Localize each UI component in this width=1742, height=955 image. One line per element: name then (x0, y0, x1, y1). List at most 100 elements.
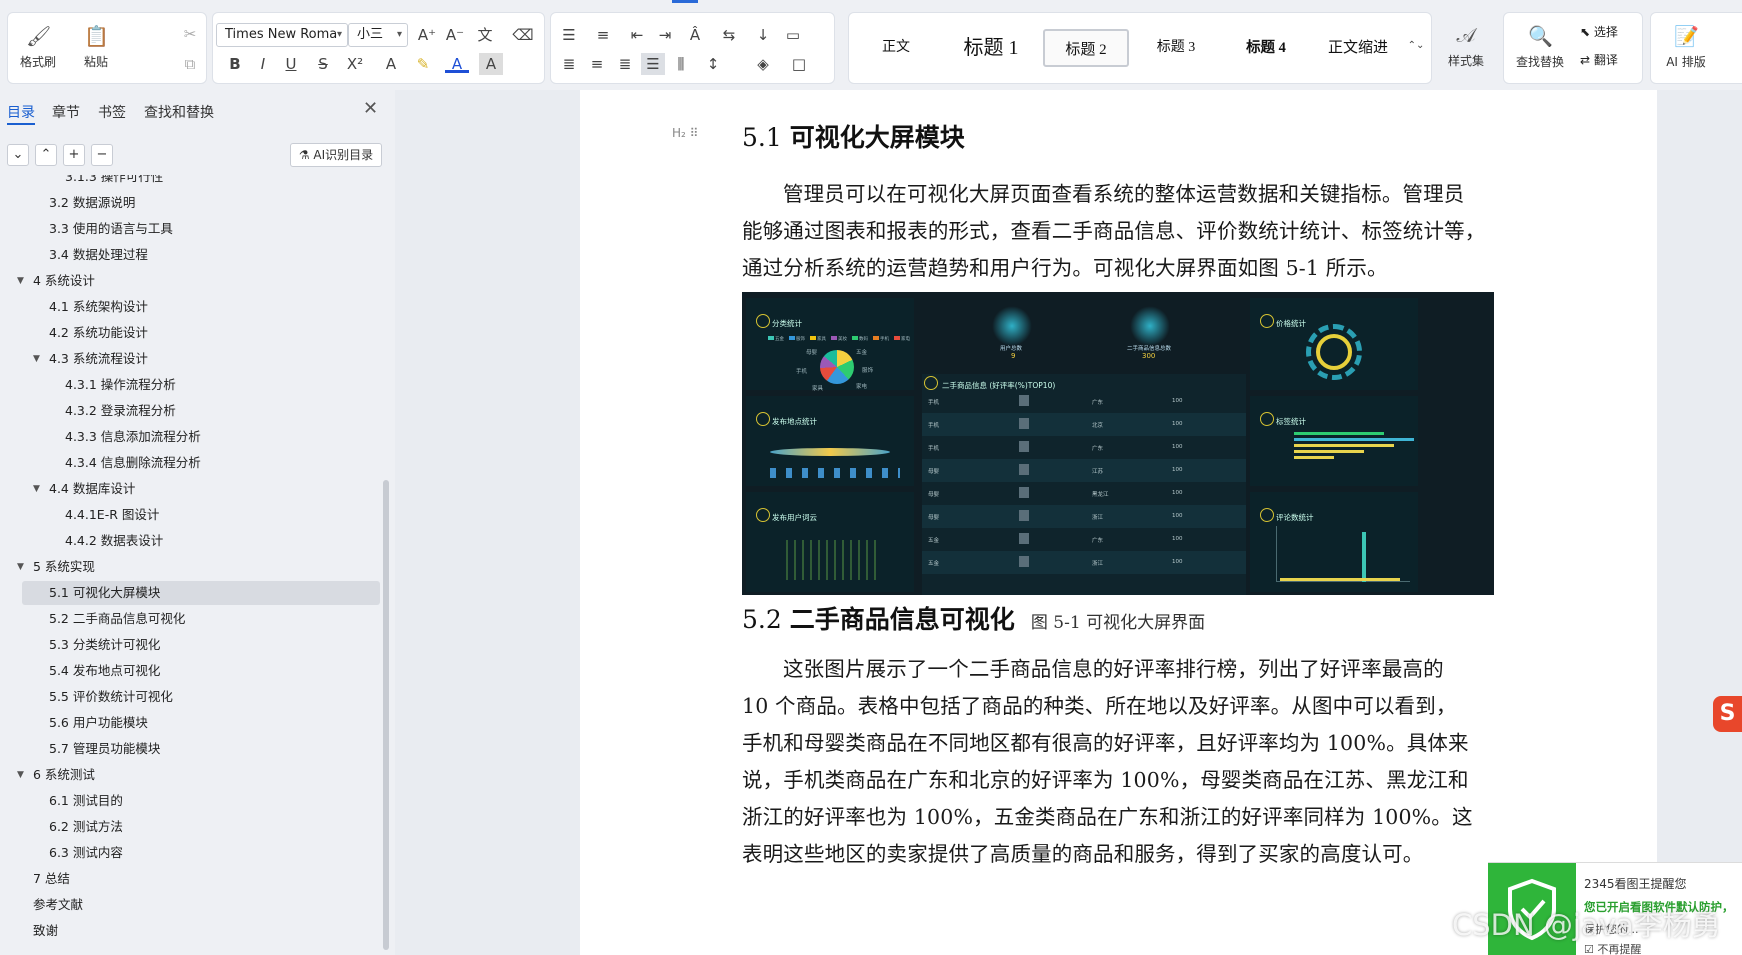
toc-item[interactable]: ▼ 5 系统实现 (17, 555, 95, 579)
toc-item[interactable]: 6.2 测试方法 (49, 815, 123, 839)
find-replace-button[interactable]: 🔍 查找替换 (1508, 21, 1572, 81)
toc-item[interactable]: ▼ 4.3 系统流程设计 (33, 347, 148, 371)
tab-find-replace[interactable]: 查找和替换 (144, 102, 214, 122)
collapse-button[interactable]: ⌄ (7, 144, 29, 166)
toc-item[interactable]: 4.3.4 信息删除流程分析 (65, 451, 201, 475)
bullet-list-icon[interactable]: ☰ (557, 24, 581, 46)
document-page[interactable]: H₂ ⠿ 5.1 可视化大屏模块 管理员可以在可视化大屏页面查看系统的整体运营数… (580, 90, 1657, 955)
border-icon[interactable]: □ (787, 53, 811, 75)
ai-layout-button[interactable]: 📝 AI 排版 (1653, 21, 1719, 81)
expand-triangle-icon[interactable]: ▼ (17, 269, 24, 293)
toc-item[interactable]: 参考文献 (33, 893, 83, 917)
toc-item[interactable]: 4.4.1E-R 图设计 (65, 503, 159, 527)
expand-triangle-icon[interactable]: ▼ (33, 347, 40, 371)
decrease-indent-icon[interactable]: ⇤ (625, 24, 649, 46)
nav-scrollbar[interactable] (383, 480, 389, 950)
toc-item[interactable]: ▼ 6 系统测试 (17, 763, 95, 787)
grow-font-icon[interactable]: A⁺ (415, 24, 439, 46)
align-right-icon[interactable]: ≣ (613, 53, 637, 75)
style-normal[interactable]: 正文 (855, 29, 937, 67)
toc-item[interactable]: 4.3.3 信息添加流程分析 (65, 425, 201, 449)
toc-item[interactable]: 4.3.2 登录流程分析 (65, 399, 176, 423)
shading-icon[interactable]: ◈ (751, 53, 775, 75)
line-spacing-icon[interactable]: ↕ (701, 53, 725, 75)
tab-chapters[interactable]: 章节 (52, 102, 80, 122)
show-marks-icon[interactable]: ▭ (781, 24, 805, 46)
tab-toc[interactable]: 目录 (7, 102, 35, 122)
distributed-icon[interactable]: ⫼ (669, 53, 693, 75)
sort-icon[interactable]: ↓ (751, 24, 775, 46)
toc-item[interactable]: 3.3 使用的语言与工具 (49, 217, 173, 241)
toc-item[interactable]: 4.1 系统架构设计 (49, 295, 148, 319)
toc-item[interactable]: 4.2 系统功能设计 (49, 321, 148, 345)
numbered-list-icon[interactable]: ≡ (591, 24, 615, 46)
translate-button[interactable]: ⇄ 翻译 (1580, 51, 1618, 68)
font-color-icon[interactable]: A (445, 53, 469, 73)
close-icon[interactable]: ✕ (363, 98, 378, 119)
style-set-label: 样式集 (1447, 54, 1484, 68)
style-heading-1[interactable]: 标题 1 (941, 29, 1041, 67)
align-left-icon[interactable]: ≣ (557, 53, 581, 75)
toc-item[interactable]: 3.1.3 操作可行性 (65, 175, 163, 189)
shrink-font-icon[interactable]: A⁻ (443, 24, 467, 46)
toc-item[interactable]: ▼ 4.4 数据库设计 (33, 477, 135, 501)
toc-item[interactable]: 致谢 (33, 919, 58, 943)
styles-scroll-icon[interactable]: ⌃⌄ (1407, 35, 1425, 57)
char-shading-icon[interactable]: A (479, 53, 503, 75)
tab-bookmarks[interactable]: 书签 (98, 102, 126, 122)
copy-icon[interactable]: ⧉ (178, 53, 202, 75)
toc-item[interactable]: 5.3 分类统计可视化 (49, 633, 160, 657)
bold-icon[interactable]: B (223, 53, 247, 75)
toc-item[interactable]: 5.7 管理员功能模块 (49, 737, 160, 761)
text-direction-icon[interactable]: ⇆ (717, 24, 741, 46)
style-body-indent[interactable]: 正文缩进 (1313, 29, 1403, 67)
underline-icon[interactable]: U (279, 53, 303, 75)
font-size-select[interactable]: 小三 ▾ (348, 23, 408, 47)
heading-level-marker[interactable]: H₂ ⠿ (672, 126, 698, 140)
toc-item[interactable]: 3.2 数据源说明 (49, 191, 135, 215)
font-size-value: 小三 (357, 27, 384, 42)
superscript-icon[interactable]: X² (343, 53, 367, 75)
font-family-select[interactable]: Times New Roma ▾ (216, 23, 348, 47)
style-set-button[interactable]: 𝒜 样式集 (1435, 20, 1497, 80)
style-heading-4[interactable]: 标题 4 (1223, 29, 1309, 67)
italic-icon[interactable]: I (251, 53, 275, 75)
toc-item[interactable]: 6.3 测试内容 (49, 841, 123, 865)
toc-item[interactable]: 6.1 测试目的 (49, 789, 123, 813)
toc-item[interactable]: 7 总结 (33, 867, 70, 891)
format-painter-button[interactable]: 🖌 格式刷 (10, 21, 66, 81)
chinese-layout-icon[interactable]: Â (683, 24, 707, 46)
toc-item[interactable]: 5.1 可视化大屏模块 (22, 581, 380, 605)
select-button[interactable]: ⬉ 选择 (1580, 23, 1618, 40)
align-center-icon[interactable]: ≡ (585, 53, 609, 75)
toc-item[interactable]: 4.4.2 数据表设计 (65, 529, 163, 553)
toc-item[interactable]: ▼ 4 系统设计 (17, 269, 95, 293)
style-heading-2[interactable]: 标题 2 (1043, 29, 1129, 67)
clear-format-icon[interactable]: ⌫ (511, 24, 535, 46)
toc-item[interactable]: 5.2 二手商品信息可视化 (49, 607, 185, 631)
toc-item[interactable]: 5.6 用户功能模块 (49, 711, 148, 735)
expand-triangle-icon[interactable]: ▼ (33, 477, 40, 501)
legend-label: 手机 (880, 337, 889, 342)
expand-triangle-icon[interactable]: ▼ (17, 763, 24, 787)
ai-recognize-toc-button[interactable]: ⚗ AI识别目录 (290, 143, 382, 167)
cut-icon[interactable]: ✂ (178, 23, 202, 45)
highlight-icon[interactable]: ✎ (411, 53, 435, 75)
toc-item[interactable]: 4.3.1 操作流程分析 (65, 373, 176, 397)
strikethrough-icon[interactable]: S (311, 53, 335, 75)
expand-triangle-icon[interactable]: ▼ (17, 555, 24, 579)
toc-item[interactable]: 5.4 发布地点可视化 (49, 659, 160, 683)
toc-item[interactable]: 5.5 评价数统计可视化 (49, 685, 173, 709)
sogou-ime-icon[interactable]: S (1713, 696, 1742, 732)
paste-button[interactable]: 📋 粘贴 (68, 21, 124, 81)
chart-icon (756, 508, 770, 522)
increase-indent-icon[interactable]: ⇥ (653, 24, 677, 46)
expand-up-button[interactable]: ⌃ (35, 144, 57, 166)
justify-icon[interactable]: ☰ (641, 53, 665, 75)
phonetic-icon[interactable]: 文 (473, 24, 497, 46)
toc-item[interactable]: 3.4 数据处理过程 (49, 243, 148, 267)
style-heading-3[interactable]: 标题 3 (1133, 29, 1219, 67)
remove-heading-button[interactable]: − (91, 144, 113, 166)
add-heading-button[interactable]: + (63, 144, 85, 166)
text-effect-icon[interactable]: A (379, 53, 403, 75)
